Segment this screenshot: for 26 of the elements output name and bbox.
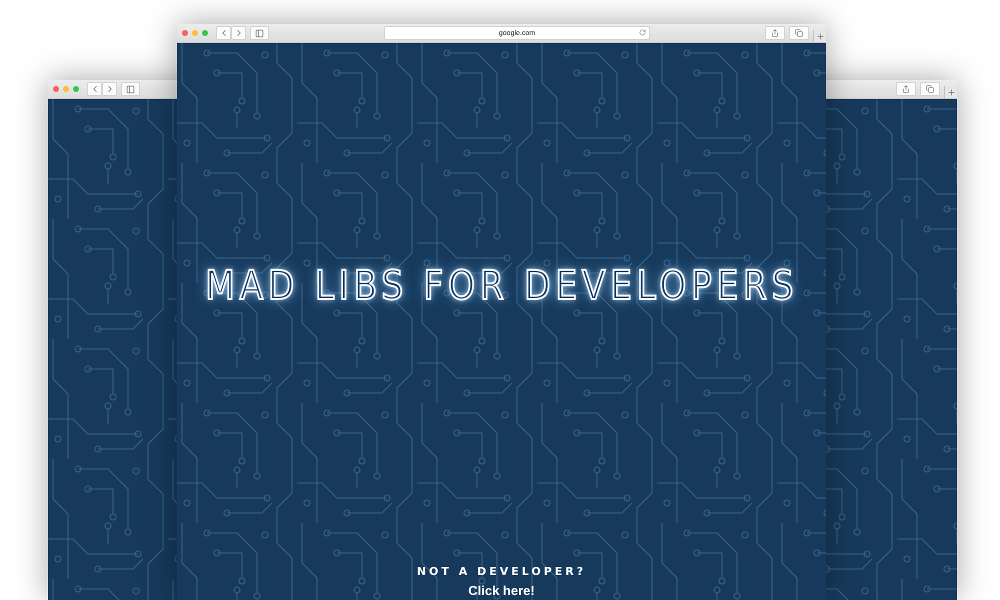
forward-button[interactable]	[231, 26, 246, 40]
share-button[interactable]	[896, 82, 916, 96]
tabs-button[interactable]	[920, 82, 940, 96]
share-button[interactable]	[765, 26, 785, 40]
share-icon	[902, 85, 910, 93]
sidebar-icon	[126, 84, 135, 94]
sidebar-button[interactable]	[121, 82, 140, 96]
reload-icon	[639, 29, 646, 36]
sidebar-button[interactable]	[250, 26, 269, 40]
close-button[interactable]	[182, 30, 188, 36]
tabs-button[interactable]	[789, 26, 809, 40]
click-here-link[interactable]: Click here!	[468, 583, 535, 598]
tabs-icon	[926, 85, 934, 93]
page-title: MAD LIBS FOR DEVELOPERS	[205, 263, 798, 309]
forward-button[interactable]	[102, 82, 117, 96]
share-icon	[771, 29, 779, 37]
back-button[interactable]	[216, 26, 231, 40]
back-button[interactable]	[87, 82, 102, 96]
tabs-icon	[795, 29, 803, 37]
close-button[interactable]	[53, 86, 59, 92]
prompt-text: NOT A DEVELOPER?	[416, 565, 586, 578]
new-tab-button[interactable]	[813, 30, 826, 42]
plus-icon	[946, 88, 956, 96]
plus-icon	[816, 32, 824, 40]
sidebar-icon	[255, 28, 264, 38]
new-tab-button[interactable]	[944, 86, 957, 98]
